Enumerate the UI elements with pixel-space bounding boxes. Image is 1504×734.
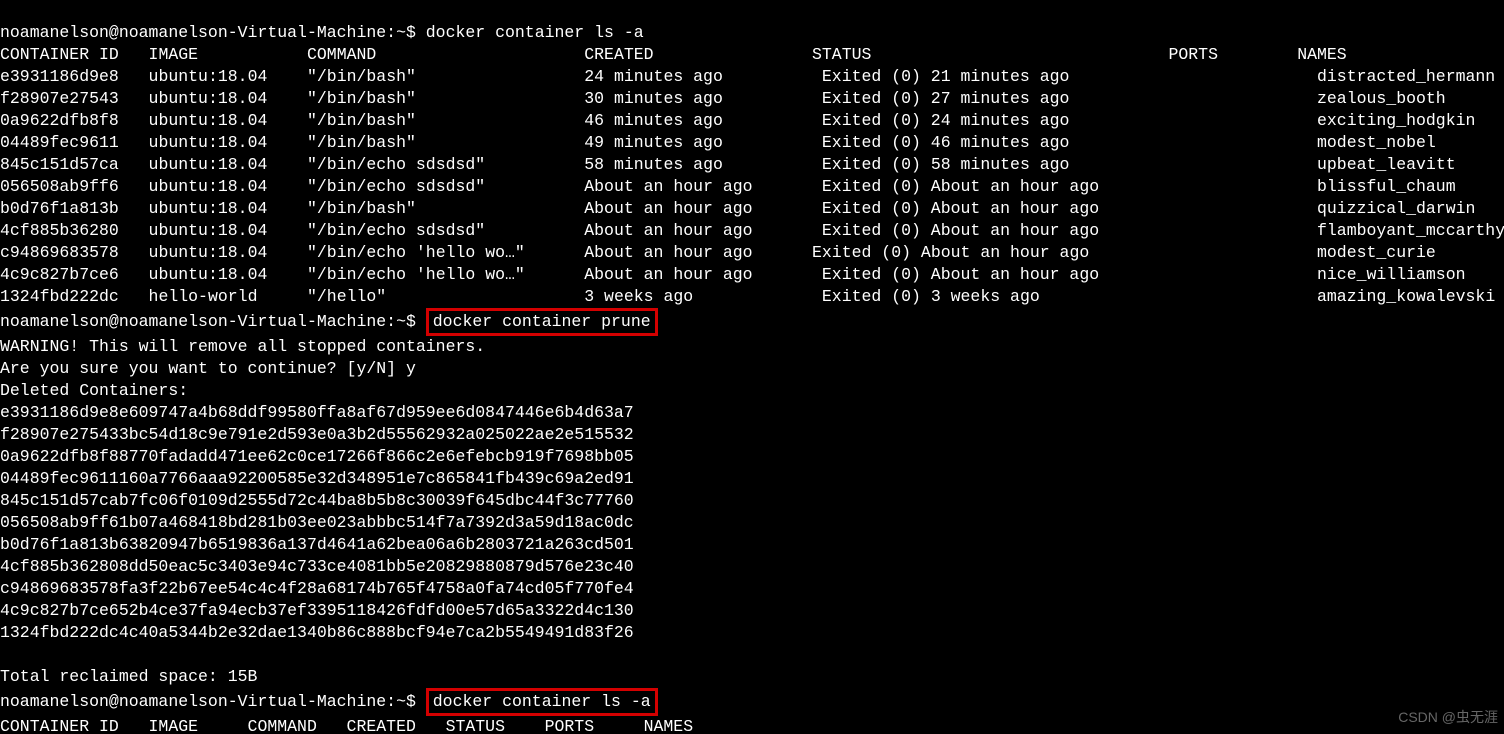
hdr-cmd: COMMAND [307, 45, 376, 64]
cell: f28907e27543 [0, 89, 119, 108]
cell: 4cf885b36280 [0, 221, 119, 240]
cell: About an hour ago [584, 177, 752, 196]
cell: 58 minutes ago [584, 155, 723, 174]
cmd: docker container ls -a [426, 23, 644, 42]
cell: 30 minutes ago [584, 89, 723, 108]
deleted-id: 4c9c827b7ce652b4ce37fa94ecb37ef339511842… [0, 601, 634, 620]
cell: Exited (0) About an hour ago [812, 243, 1089, 262]
hdr-id: CONTAINER ID [0, 45, 119, 64]
cell: Exited (0) About an hour ago [822, 199, 1099, 218]
cell: About an hour ago [584, 221, 752, 240]
cell: distracted_hermann [1317, 67, 1495, 86]
cell: Exited (0) 24 minutes ago [822, 111, 1070, 130]
cell: Exited (0) 46 minutes ago [822, 133, 1070, 152]
cell: Exited (0) About an hour ago [822, 221, 1099, 240]
cell: "/bin/echo 'hello wo…" [307, 243, 525, 262]
cell: modest_nobel [1317, 133, 1436, 152]
cell: "/bin/echo 'hello wo…" [307, 265, 525, 284]
cell: About an hour ago [584, 265, 752, 284]
cell: 04489fec9611 [0, 133, 119, 152]
cell: "/hello" [307, 287, 386, 306]
cell: quizzical_darwin [1317, 199, 1475, 218]
cell: exciting_hodgkin [1317, 111, 1475, 130]
cell: ubuntu:18.04 [149, 133, 268, 152]
cell: ubuntu:18.04 [149, 111, 268, 130]
cell: Exited (0) 21 minutes ago [822, 67, 1070, 86]
hdr-status: STATUS [812, 45, 871, 64]
cell: "/bin/bash" [307, 133, 416, 152]
cell: "/bin/bash" [307, 111, 416, 130]
cell: c94869683578 [0, 243, 119, 262]
cell: Exited (0) 58 minutes ago [822, 155, 1070, 174]
cell: flamboyant_mccarthy [1317, 221, 1504, 240]
cell: ubuntu:18.04 [149, 265, 268, 284]
cell: modest_curie [1317, 243, 1436, 262]
hdr-ports: PORTS [1168, 45, 1218, 64]
confirm-prompt: Are you sure you want to continue? [y/N]… [0, 359, 416, 378]
cell: 0a9622dfb8f8 [0, 111, 119, 130]
cell: b0d76f1a813b [0, 199, 119, 218]
cell: About an hour ago [584, 243, 752, 262]
reclaimed-space: Total reclaimed space: 15B [0, 667, 257, 686]
deleted-id: f28907e275433bc54d18c9e791e2d593e0a3b2d5… [0, 425, 634, 444]
cell: ubuntu:18.04 [149, 243, 268, 262]
cell: ubuntu:18.04 [149, 177, 268, 196]
cell: 4c9c827b7ce6 [0, 265, 119, 284]
cell: ubuntu:18.04 [149, 199, 268, 218]
prompt: noamanelson@noamanelson-Virtual-Machine:… [0, 312, 416, 331]
cell: Exited (0) About an hour ago [822, 177, 1099, 196]
prompt: noamanelson@noamanelson-Virtual-Machine:… [0, 23, 416, 42]
highlighted-command: docker container prune [426, 308, 658, 336]
hdr-image: IMAGE [149, 45, 199, 64]
cell: e3931186d9e8 [0, 67, 119, 86]
cell: 845c151d57ca [0, 155, 119, 174]
cell: blissful_chaum [1317, 177, 1456, 196]
cell: hello-world [149, 287, 258, 306]
deleted-id: 056508ab9ff61b07a468418bd281b03ee023abbb… [0, 513, 634, 532]
cell: 056508ab9ff6 [0, 177, 119, 196]
cell: 3 weeks ago [584, 287, 693, 306]
deleted-id: 0a9622dfb8f88770fadadd471ee62c0ce17266f8… [0, 447, 634, 466]
cell: "/bin/bash" [307, 199, 416, 218]
cell: zealous_booth [1317, 89, 1446, 108]
cell: ubuntu:18.04 [149, 221, 268, 240]
cell: "/bin/echo sdsdsd" [307, 177, 485, 196]
cell: Exited (0) 27 minutes ago [822, 89, 1070, 108]
highlighted-command: docker container ls -a [426, 688, 658, 716]
deleted-id: e3931186d9e8e609747a4b68ddf99580ffa8af67… [0, 403, 634, 422]
cell: Exited (0) About an hour ago [822, 265, 1099, 284]
cell: "/bin/bash" [307, 67, 416, 86]
cell: "/bin/echo sdsdsd" [307, 155, 485, 174]
cell: nice_williamson [1317, 265, 1466, 284]
deleted-id: b0d76f1a813b63820947b6519836a137d4641a62… [0, 535, 634, 554]
cell: 1324fbd222dc [0, 287, 119, 306]
watermark-text: CSDN @虫无涯 [1398, 706, 1498, 728]
terminal[interactable]: noamanelson@noamanelson-Virtual-Machine:… [0, 0, 1504, 734]
cell: ubuntu:18.04 [149, 155, 268, 174]
cell: "/bin/bash" [307, 89, 416, 108]
cell: "/bin/echo sdsdsd" [307, 221, 485, 240]
cell: About an hour ago [584, 199, 752, 218]
cell: Exited (0) 3 weeks ago [822, 287, 1040, 306]
deleted-id: c94869683578fa3f22b67ee54c4c4f28a68174b7… [0, 579, 634, 598]
deleted-id: 1324fbd222dc4c40a5344b2e32dae1340b86c888… [0, 623, 634, 642]
cell: ubuntu:18.04 [149, 89, 268, 108]
deleted-id: 4cf885b362808dd50eac5c3403e94c733ce4081b… [0, 557, 634, 576]
cell: ubuntu:18.04 [149, 67, 268, 86]
warning-text: WARNING! This will remove all stopped co… [0, 337, 485, 356]
cell: 49 minutes ago [584, 133, 723, 152]
deleted-header: Deleted Containers: [0, 381, 188, 400]
prompt: noamanelson@noamanelson-Virtual-Machine:… [0, 692, 416, 711]
hdr-names: NAMES [1297, 45, 1347, 64]
cell: amazing_kowalevski [1317, 287, 1495, 306]
deleted-id: 04489fec9611160a7766aaa92200585e32d34895… [0, 469, 634, 488]
cell: 24 minutes ago [584, 67, 723, 86]
deleted-id: 845c151d57cab7fc06f0109d2555d72c44ba8b5b… [0, 491, 634, 510]
cell: 46 minutes ago [584, 111, 723, 130]
hdr-created: CREATED [584, 45, 653, 64]
cell: upbeat_leavitt [1317, 155, 1456, 174]
hdr2: CONTAINER ID IMAGE COMMAND CREATED STATU… [0, 717, 693, 734]
